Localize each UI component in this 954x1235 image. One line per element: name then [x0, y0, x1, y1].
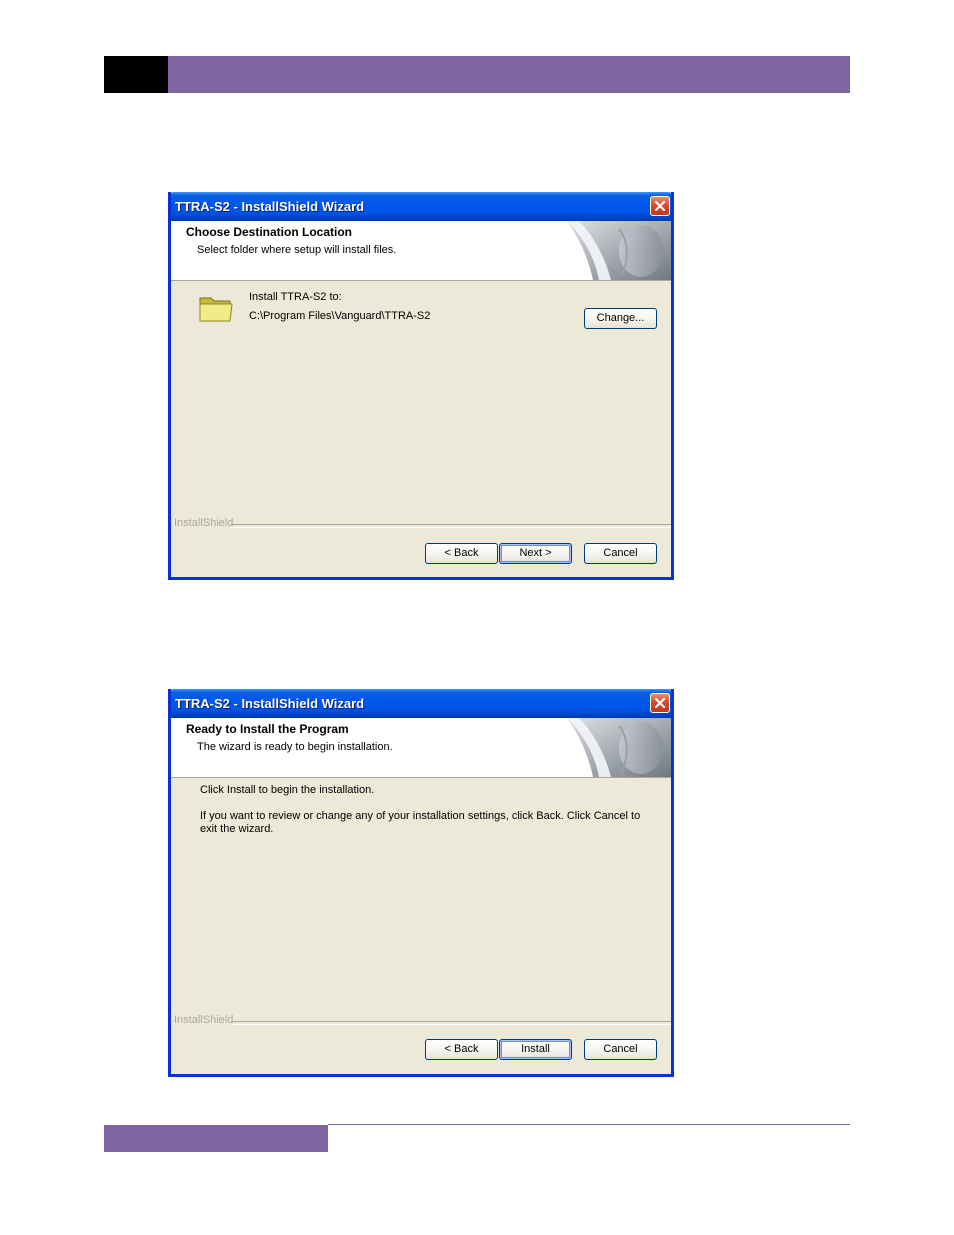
change-button[interactable]: Change... [584, 308, 657, 329]
close-icon [654, 697, 666, 709]
next-button[interactable]: Next > [499, 543, 572, 564]
installshield-brand: InstallShield [174, 517, 234, 529]
cancel-button[interactable]: Cancel [584, 1039, 657, 1060]
wizard-header-panel: Choose Destination Location Select folde… [171, 221, 671, 281]
review-settings-text: If you want to review or change any of y… [200, 810, 641, 835]
close-icon [654, 200, 666, 212]
wizard-header-panel: Ready to Install the Program The wizard … [171, 718, 671, 778]
back-button[interactable]: < Back [425, 1039, 498, 1060]
close-button[interactable] [650, 693, 670, 713]
page-header-block [104, 56, 168, 93]
back-button[interactable]: < Back [425, 543, 498, 564]
cancel-button[interactable]: Cancel [584, 543, 657, 564]
folder-icon [199, 297, 233, 322]
brand-divider [231, 524, 671, 528]
page-footer-line [328, 1124, 850, 1125]
brand-divider [231, 1021, 671, 1025]
wizard-step-title: Ready to Install the Program [186, 722, 349, 736]
dialog-titlebar[interactable]: TTRA-S2 - InstallShield Wizard [171, 192, 671, 221]
install-button[interactable]: Install [499, 1039, 572, 1060]
ready-to-install-dialog: TTRA-S2 - InstallShield Wizard Ready to … [168, 689, 674, 1077]
dialog-titlebar[interactable]: TTRA-S2 - InstallShield Wizard [171, 689, 671, 718]
dialog-title: TTRA-S2 - InstallShield Wizard [175, 199, 365, 214]
dialog-title: TTRA-S2 - InstallShield Wizard [175, 696, 365, 711]
instruction-text: Click Install to begin the installation. [200, 784, 375, 796]
install-path-text: C:\Program Files\Vanguard\TTRA-S2 [249, 310, 431, 322]
installshield-graphic-icon [567, 718, 671, 777]
installshield-graphic-icon [567, 221, 671, 280]
choose-destination-dialog: TTRA-S2 - InstallShield Wizard Choose De… [168, 192, 674, 580]
wizard-step-title: Choose Destination Location [186, 225, 353, 239]
wizard-step-subtitle: The wizard is ready to begin installatio… [197, 741, 393, 753]
page-header-bar [168, 56, 850, 93]
install-to-label: Install TTRA-S2 to: [249, 291, 342, 303]
page-footer-bar [104, 1125, 328, 1152]
close-button[interactable] [650, 196, 670, 216]
installshield-brand: InstallShield [174, 1014, 234, 1026]
wizard-step-subtitle: Select folder where setup will install f… [197, 244, 397, 256]
